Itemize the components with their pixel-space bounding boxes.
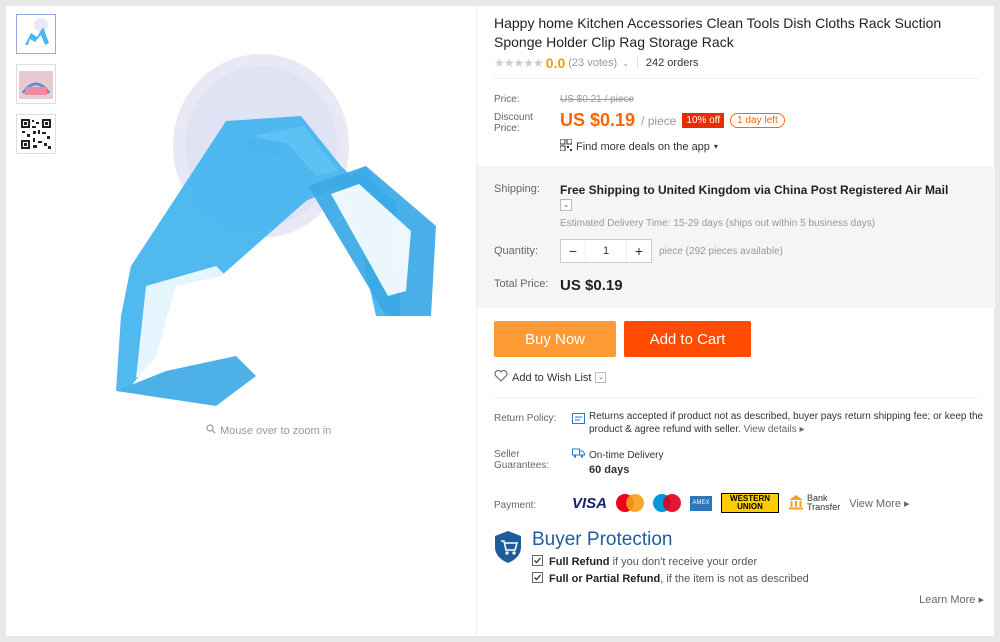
discount-price: US $0.19 [560, 110, 636, 130]
discount-badge: 10% off [682, 113, 725, 128]
seller-guarantees-label: Seller Guarantees: [494, 449, 549, 471]
payment-label: Payment: [494, 500, 537, 511]
thumbnail-product-image [25, 18, 49, 45]
quantity-label: Quantity: [494, 245, 539, 257]
chevron-down-icon[interactable]: ⌄ [595, 372, 607, 383]
wish-list-text: Add to Wish List [512, 371, 592, 384]
rating-row: ★★★★★ 0.0 (23 votes) ⌄ 242 orders [494, 55, 698, 71]
payment-methods: VISA AMEX WESTERN UNION Bank Transfer Vi… [572, 493, 910, 513]
bank-text-2: Transfer [807, 502, 841, 512]
on-time-delivery: On-time Delivery 60 days [572, 447, 663, 478]
shipping-destination[interactable]: United Kingdom via China Post Registered… [658, 183, 948, 197]
view-details-link[interactable]: View details ▸ [744, 424, 805, 435]
maestro-logo [653, 494, 682, 512]
shipping-label: Shipping: [494, 183, 540, 195]
full-refund-text: if you don't receive your order [612, 556, 758, 568]
divider [494, 78, 979, 79]
thumbnail-qr-code[interactable] [16, 114, 56, 154]
amex-logo: AMEX [690, 495, 713, 511]
total-price-label: Total Price: [494, 278, 549, 290]
mastercard-logo [616, 494, 645, 512]
full-refund-line: Full Refund if you don't receive your or… [532, 555, 757, 569]
orders-count: 242 orders [636, 57, 698, 69]
quantity-increase-button[interactable]: + [627, 243, 651, 259]
bank-transfer: Bank Transfer [788, 494, 840, 512]
return-policy-label: Return Policy: [494, 413, 557, 424]
guarantees-label: Guarantees: [494, 460, 550, 471]
price-unit: / piece [641, 113, 677, 128]
zoom-hint: Mouse over to zoom in [206, 424, 331, 437]
rating-score: 0.0 [545, 55, 566, 71]
full-refund-bold: Full Refund [549, 556, 610, 568]
qr-code-icon [20, 118, 52, 150]
shipping-info: Free Shipping to United Kingdom via Chin… [560, 183, 990, 197]
return-policy-icon [572, 411, 585, 429]
quantity-stepper: − 1 + [560, 239, 652, 263]
product-title: Happy home Kitchen Accessories Clean Too… [494, 15, 942, 50]
bank-icon [788, 494, 804, 512]
add-to-cart-button[interactable]: Add to Cart [624, 321, 751, 357]
app-deals-link[interactable]: Find more deals on the app ▾ [559, 138, 718, 154]
free-shipping-text: Free Shipping to [560, 183, 655, 197]
view-more-link[interactable]: View More ▸ [849, 497, 909, 510]
shipping-dropdown-icon[interactable]: ⌄ [560, 199, 572, 211]
partial-refund-text: , if the item is not as described [660, 573, 809, 585]
delivery-truck-icon [572, 447, 585, 463]
product-page: Mouse over to zoom in Happy home Kitchen… [6, 6, 995, 636]
shield-cart-icon [495, 531, 521, 563]
discount-price-label: Discount Price: [494, 112, 533, 134]
delivery-estimate: Estimated Delivery Time: 15-29 days (shi… [560, 218, 876, 229]
discount-price-row: US $0.19 / piece 10% off 1 day left [560, 110, 785, 131]
zoom-hint-text: Mouse over to zoom in [220, 424, 332, 437]
checkbox-checked-icon [532, 572, 543, 586]
star-rating-icon: ★★★★★ [494, 56, 544, 70]
gallery: Mouse over to zoom in [6, 6, 476, 636]
total-price: US $0.19 [560, 277, 623, 294]
votes-link[interactable]: (23 votes) [568, 57, 617, 69]
app-deals-text: Find more deals on the app [576, 140, 710, 153]
availability-text: piece (292 pieces available) [659, 246, 783, 257]
western-union-logo: WESTERN UNION [721, 493, 780, 513]
partial-refund-line: Full or Partial Refund, if the item is n… [532, 572, 809, 586]
chevron-down-icon[interactable]: ⌄ [622, 59, 629, 68]
return-policy-text: Returns accepted if product not as descr… [589, 410, 989, 436]
seller-label: Seller [494, 449, 520, 460]
thumbnail-in-use-image [19, 71, 53, 99]
on-time-delivery-text: On-time Delivery [589, 449, 664, 461]
thumbnail-in-use[interactable] [16, 64, 56, 104]
search-icon [206, 424, 216, 437]
qr-code-small-icon [559, 138, 573, 154]
product-details: Happy home Kitchen Accessories Clean Too… [476, 6, 995, 636]
original-price: US $0.21 / piece [560, 94, 634, 105]
price-label: Price: [494, 94, 520, 105]
buyer-protection-title: Buyer Protection [532, 529, 673, 550]
divider [494, 397, 979, 398]
checkbox-checked-icon [532, 555, 543, 569]
quantity-input[interactable]: 1 [585, 240, 627, 262]
visa-logo: VISA [572, 494, 608, 512]
partial-refund-bold: Full or Partial Refund [549, 573, 661, 585]
heart-icon [494, 369, 508, 385]
buy-now-button[interactable]: Buy Now [494, 321, 616, 357]
learn-more-link[interactable]: Learn More ▸ [919, 593, 984, 606]
wish-list-link[interactable]: Add to Wish List ⌄ [494, 369, 607, 385]
caret-down-icon: ▾ [713, 142, 718, 151]
thumbnail-product[interactable] [16, 14, 56, 54]
delivery-days: 60 days [589, 464, 630, 476]
product-main-image[interactable] [76, 26, 456, 426]
time-left-badge: 1 day left [730, 113, 785, 128]
quantity-decrease-button[interactable]: − [561, 243, 585, 259]
